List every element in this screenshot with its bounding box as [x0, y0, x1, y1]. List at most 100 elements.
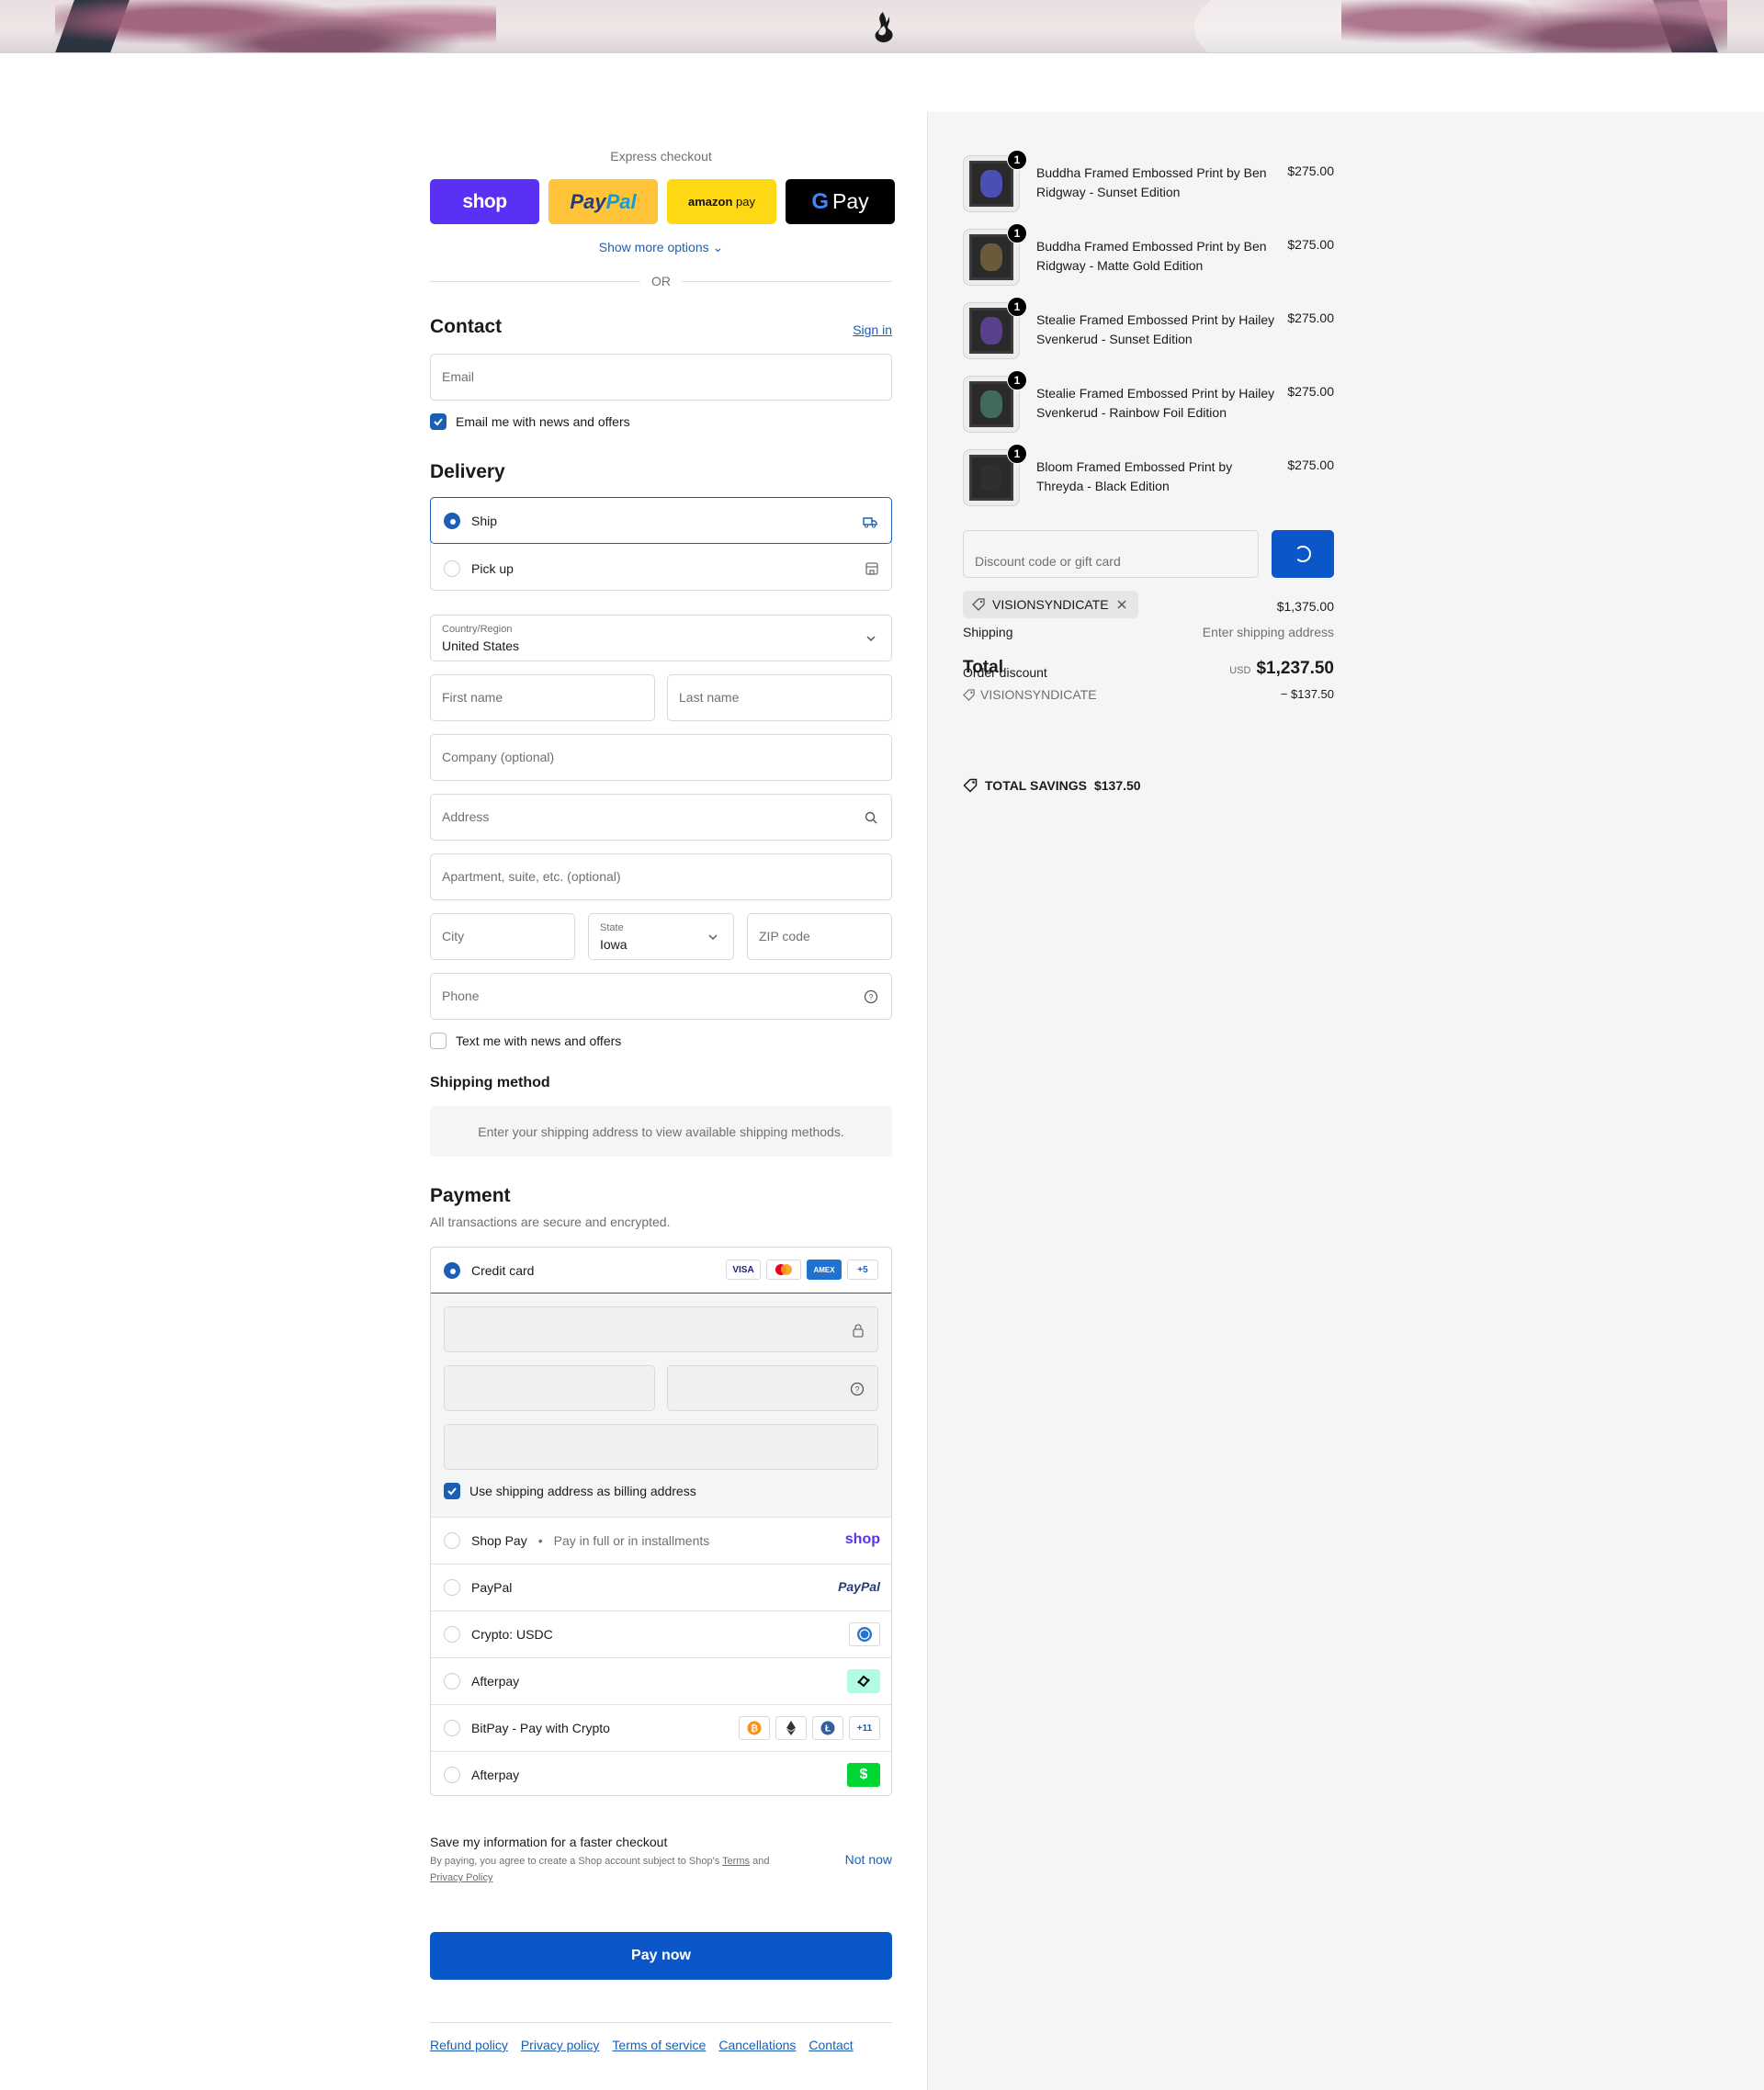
product-price: $275.00 — [1287, 237, 1334, 252]
country-select[interactable]: Country/Region United States — [430, 615, 892, 661]
first-name-placeholder: First name — [442, 690, 503, 705]
privacy-link[interactable]: Privacy Policy — [430, 1872, 492, 1883]
quantity-badge: 1 — [1007, 444, 1027, 464]
address-field[interactable]: Address — [430, 794, 892, 841]
product-name: Stealie Framed Embossed Print by Hailey … — [1036, 386, 1275, 420]
delivery-options: Ship Pick up — [430, 497, 892, 591]
not-now-button[interactable]: Not now — [845, 1852, 892, 1867]
city-field[interactable]: City — [430, 913, 575, 960]
company-field[interactable]: Company (optional) — [430, 734, 892, 781]
banner-tree-left — [55, 0, 496, 52]
country-value: United States — [442, 638, 520, 653]
paypal-button[interactable]: Pay Pal — [548, 179, 658, 224]
cash-app-radio[interactable] — [444, 1767, 460, 1783]
total-savings-value: $137.50 — [1093, 778, 1141, 793]
name-on-card-field[interactable] — [444, 1424, 878, 1470]
billing-checkbox[interactable] — [444, 1483, 460, 1499]
cart-item: 1 Buddha Framed Embossed Print by Ben Ri… — [963, 223, 1334, 286]
terms-link[interactable]: Terms — [722, 1856, 750, 1867]
shipping-label: Shipping — [963, 625, 1013, 639]
order-discount-code: VISIONSYNDICATE — [980, 687, 1097, 702]
applied-discount-tag: VISIONSYNDICATE — [963, 591, 1138, 618]
payment-option-cash-app[interactable]: Afterpay $ — [431, 1751, 891, 1795]
product-artwork — [980, 317, 1002, 345]
paypal-radio[interactable] — [444, 1579, 460, 1596]
afterpay-icon — [847, 1669, 880, 1693]
phone-field[interactable]: Phone ? — [430, 973, 892, 1020]
state-value: Iowa — [600, 937, 628, 952]
shipping-row: Shipping Enter shipping address — [963, 625, 1334, 639]
google-pay-button[interactable]: G Pay — [786, 179, 895, 224]
ship-label: Ship — [471, 513, 498, 528]
paypal-label-pal: Pal — [605, 189, 637, 213]
delivery-option-pickup[interactable]: Pick up — [431, 545, 893, 592]
cancellations-link[interactable]: Cancellations — [718, 2038, 796, 2052]
amazon-pay-button[interactable]: amazon pay — [667, 179, 776, 224]
last-name-field[interactable]: Last name — [667, 674, 892, 721]
credit-card-radio[interactable] — [444, 1261, 460, 1279]
amex-icon: AMEX — [807, 1260, 842, 1280]
first-name-field[interactable]: First name — [430, 674, 655, 721]
help-icon[interactable]: ? — [850, 1382, 865, 1396]
phone-placeholder: Phone — [442, 989, 480, 1003]
terms-of-service-link[interactable]: Terms of service — [612, 2038, 706, 2052]
shop-pay-radio[interactable] — [444, 1532, 460, 1549]
cart-item: 1 Bloom Framed Embossed Print by Threyda… — [963, 444, 1334, 506]
payment-option-credit-card[interactable]: Credit card VISA AMEX +5 — [431, 1248, 891, 1294]
quantity-badge: 1 — [1007, 370, 1027, 390]
text-news-checkbox-row[interactable]: Text me with news and offers — [430, 1033, 621, 1049]
email-field[interactable]: Email — [430, 354, 892, 401]
or-divider: OR — [430, 274, 892, 288]
remove-code-close-icon[interactable] — [1116, 599, 1127, 610]
apply-discount-button[interactable] — [1272, 530, 1334, 578]
bitpay-radio[interactable] — [444, 1720, 460, 1736]
save-info-title: Save my information for a faster checkou… — [430, 1835, 668, 1849]
chevron-down-icon: ⌄ — [712, 240, 724, 254]
contact-link[interactable]: Contact — [808, 2038, 853, 2052]
store-logo-icon[interactable] — [865, 9, 901, 46]
show-more-options-link[interactable]: Show more options ⌄ — [430, 240, 892, 255]
crypto-usdc-radio[interactable] — [444, 1626, 460, 1643]
email-news-checkbox[interactable] — [430, 413, 447, 430]
help-icon[interactable]: ? — [864, 989, 878, 1004]
bitcoin-icon: ₿ — [739, 1716, 770, 1740]
search-icon — [865, 811, 877, 824]
product-price: $275.00 — [1287, 458, 1334, 472]
privacy-policy-link[interactable]: Privacy policy — [521, 2038, 600, 2052]
product-artwork — [980, 390, 1002, 418]
payment-option-shop-pay[interactable]: Shop Pay • Pay in full or in installments … — [431, 1517, 891, 1564]
payment-option-afterpay[interactable]: Afterpay — [431, 1657, 891, 1704]
zip-field[interactable]: ZIP code — [747, 913, 892, 960]
afterpay-radio[interactable] — [444, 1673, 460, 1689]
payment-option-paypal[interactable]: PayPal PayPal — [431, 1564, 891, 1610]
apartment-field[interactable]: Apartment, suite, etc. (optional) — [430, 853, 892, 900]
mastercard-icon — [766, 1260, 801, 1280]
billing-checkbox-row[interactable]: Use shipping address as billing address — [444, 1483, 696, 1499]
payment-option-bitpay[interactable]: BitPay - Pay with Crypto ₿ Ł +11 — [431, 1704, 891, 1751]
delivery-option-ship[interactable]: Ship — [430, 497, 892, 544]
sign-in-link[interactable]: Sign in — [853, 322, 892, 337]
save-info-prefix: By paying, you agree to create a Shop ac… — [430, 1856, 720, 1867]
refund-policy-link[interactable]: Refund policy — [430, 2038, 508, 2052]
address-placeholder: Address — [442, 809, 490, 824]
pickup-radio[interactable] — [444, 559, 460, 577]
product-artwork — [980, 243, 1002, 271]
text-news-checkbox[interactable] — [430, 1033, 447, 1049]
security-code-field[interactable]: ? — [667, 1365, 878, 1411]
ship-radio[interactable] — [444, 512, 460, 529]
discount-code-input[interactable]: Discount code or gift card — [963, 530, 1259, 578]
expiration-field[interactable] — [444, 1365, 655, 1411]
card-number-field[interactable] — [444, 1306, 878, 1352]
loading-spinner-icon — [1295, 546, 1311, 562]
paypal-option-label: PayPal — [471, 1580, 513, 1595]
usdc-icon — [849, 1622, 880, 1646]
discount-placeholder: Discount code or gift card — [975, 554, 1121, 569]
applied-code-label: VISIONSYNDICATE — [992, 597, 1109, 612]
shop-pay-button[interactable]: shop — [430, 179, 539, 224]
state-select[interactable]: State Iowa — [588, 913, 734, 960]
email-news-checkbox-row[interactable]: Email me with news and offers — [430, 413, 630, 430]
more-cards-badge: +5 — [847, 1260, 878, 1280]
footer-links: Refund policy Privacy policy Terms of se… — [430, 2038, 854, 2052]
pay-now-button[interactable]: Pay now — [430, 1932, 892, 1980]
payment-option-crypto-usdc[interactable]: Crypto: USDC — [431, 1610, 891, 1657]
